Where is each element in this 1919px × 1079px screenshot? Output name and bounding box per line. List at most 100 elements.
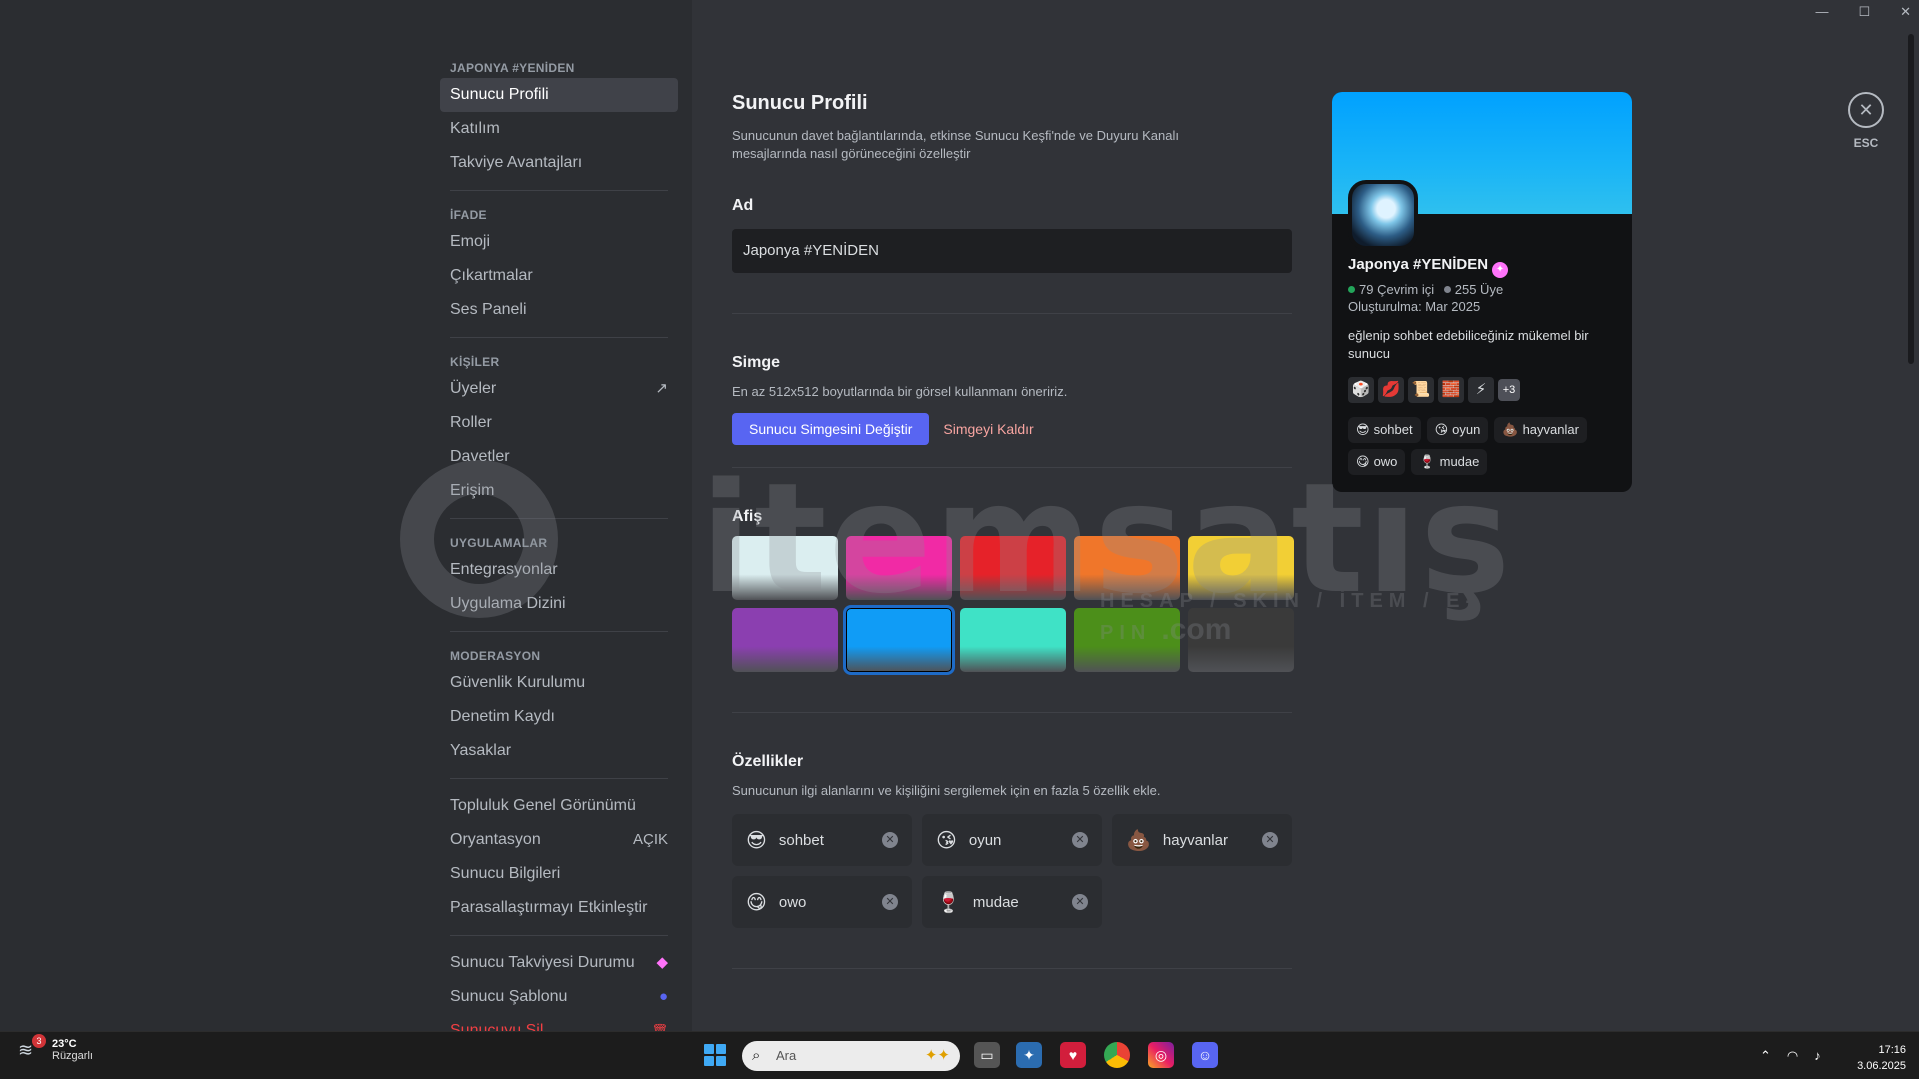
sidebar-item[interactable]: Denetim Kaydı	[440, 700, 678, 734]
instagram-icon[interactable]: ◎	[1148, 1042, 1174, 1068]
more-emojis-badge: +3	[1498, 379, 1520, 401]
card-trait-text: hayvanlar	[1522, 422, 1579, 437]
boost-badge-icon: ✦	[1492, 262, 1509, 278]
card-trait-emoji: 🍷	[1419, 454, 1436, 469]
app-icon[interactable]: ✦	[1016, 1042, 1042, 1068]
sidebar-section-header: JAPONYA #YENİDEN	[450, 61, 575, 75]
sidebar-item[interactable]: Roller	[440, 406, 678, 440]
clock[interactable]: 17:16 3.06.2025	[1846, 1042, 1906, 1074]
weather-widget[interactable]: ≋ 3 23°C Rüzgarlı	[18, 1034, 93, 1062]
card-name-text: Japonya #YENİDEN	[1348, 256, 1489, 273]
sidebar-item[interactable]: Erişim	[440, 474, 678, 508]
close-icon[interactable]: ✕	[1848, 92, 1884, 128]
sidebar-item[interactable]: Sunucuyu Sil 🗑	[440, 1014, 678, 1031]
scrollbar-thumb[interactable]	[1908, 34, 1914, 364]
sidebar-item-label: Entegrasyonlar	[450, 561, 558, 578]
sidebar-item[interactable]: Ses Paneli	[440, 293, 678, 327]
sidebar-item-label: Topluluk Genel Görünümü	[450, 797, 636, 814]
close-window-icon[interactable]: ✕	[1900, 4, 1911, 20]
server-name-input[interactable]: Japonya #YENİDEN	[732, 229, 1292, 273]
sidebar-item[interactable]: Takviye Avantajları	[440, 146, 678, 180]
window-controls: — ☐ ✕	[1815, 4, 1911, 20]
trait-chip[interactable]: 😎 sohbet ✕	[732, 814, 912, 866]
banner-swatch[interactable]	[846, 536, 952, 600]
section-divider	[450, 518, 668, 519]
sidebar-item[interactable]: Çıkartmalar	[440, 259, 678, 293]
remove-trait-icon[interactable]: ✕	[1262, 832, 1278, 848]
discord-icon[interactable]: ☺	[1192, 1042, 1218, 1068]
notification-badge: 3	[32, 1034, 46, 1048]
banner-swatches	[732, 536, 1294, 675]
volume-icon[interactable]: ♪	[1814, 1048, 1821, 1064]
taskbar-search[interactable]: ⌕ Ara ✦✦	[742, 1041, 960, 1071]
sidebar-item[interactable]: Yasaklar	[440, 734, 678, 768]
traits-list: 😎 sohbet ✕ 😘 oyun ✕ 💩 hayvanlar ✕ 😋 owo ✕ 🍷 mudae ✕	[732, 814, 1292, 928]
sidebar-item[interactable]: Sunucu Bilgileri	[440, 857, 678, 891]
sidebar-item[interactable]: Oryantasyon AÇIK	[440, 823, 678, 857]
sidebar-item[interactable]: Katılım	[440, 112, 678, 146]
page-title: Sunucu Profili	[732, 92, 868, 114]
wifi-icon[interactable]: ◠	[1787, 1048, 1798, 1064]
sidebar-item[interactable]: Sunucu Profili	[440, 78, 678, 112]
sidebar-item-label: Yasaklar	[450, 742, 512, 759]
blue-dot-icon: ●	[658, 988, 668, 1005]
sidebar-item-label: Takviye Avantajları	[450, 154, 583, 171]
maximize-icon[interactable]: ☐	[1858, 4, 1870, 20]
clock-date: 3.06.2025	[1857, 1060, 1906, 1072]
sidebar-item[interactable]: Davetler	[440, 440, 678, 474]
trait-chip[interactable]: 🍷 mudae ✕	[922, 876, 1102, 928]
trait-emoji: 🍷	[936, 891, 961, 914]
banner-swatch[interactable]	[732, 608, 838, 672]
banner-label: Afiş	[732, 508, 763, 525]
trait-chip[interactable]: 💩 hayvanlar ✕	[1112, 814, 1292, 866]
remove-trait-icon[interactable]: ✕	[1072, 832, 1088, 848]
sidebar-item[interactable]: Sunucu Takviyesi Durumu ◆	[440, 946, 678, 980]
card-trait-emoji: 😎	[1356, 422, 1370, 437]
sidebar-item[interactable]: Üyeler ↗	[440, 372, 678, 406]
divider	[732, 313, 1292, 314]
card-trait: 😎 sohbet	[1348, 417, 1421, 443]
minimize-icon[interactable]: —	[1815, 4, 1828, 20]
sidebar-item[interactable]: Güvenlik Kurulumu	[440, 666, 678, 700]
banner-swatch[interactable]	[732, 536, 838, 600]
banner-swatch[interactable]	[1074, 608, 1180, 672]
sidebar-item[interactable]: Uygulama Dizini	[440, 587, 678, 621]
trait-chip[interactable]: 😋 owo ✕	[732, 876, 912, 928]
sidebar-item[interactable]: Topluluk Genel Görünümü	[440, 789, 678, 823]
trait-text: oyun	[968, 831, 1002, 849]
remove-trait-icon[interactable]: ✕	[882, 832, 898, 848]
chevron-up-icon[interactable]: ⌃	[1760, 1048, 1771, 1064]
card-trait-emoji: 💩	[1502, 422, 1519, 437]
remove-icon-link[interactable]: Simgeyi Kaldır	[943, 413, 1033, 445]
sidebar-item[interactable]: Sunucu Şablonu ●	[440, 980, 678, 1014]
sidebar-item[interactable]: Parasallaştırmayı Etkinleştir	[440, 891, 678, 925]
pocket-icon[interactable]: ♥	[1060, 1042, 1086, 1068]
remove-trait-icon[interactable]: ✕	[1072, 894, 1088, 910]
trait-emoji: 💩	[1126, 829, 1151, 852]
banner-swatch[interactable]	[843, 605, 955, 675]
card-trait-text: mudae	[1439, 454, 1480, 469]
section-divider	[450, 631, 668, 632]
sidebar-item-label: Sunucuyu Sil	[450, 1022, 544, 1031]
windows-start-icon[interactable]	[704, 1044, 726, 1066]
chrome-icon[interactable]	[1104, 1042, 1130, 1068]
sidebar-item[interactable]: Emoji	[440, 225, 678, 259]
card-trait: 😘 oyun	[1426, 417, 1489, 443]
task-view-icon[interactable]: ▭	[974, 1042, 1000, 1068]
card-trait-emoji: 😘	[1434, 422, 1449, 437]
banner-swatch[interactable]	[960, 536, 1066, 600]
external-link-icon: ↗	[655, 380, 668, 397]
settings-nav: JAPONYA #YENİDEN Sunucu Profili Katılım Tak…	[440, 52, 678, 1031]
server-profile-content: Sunucu Profili Sunucunun davet bağlantıl…	[732, 92, 1294, 969]
banner-swatch[interactable]	[960, 608, 1066, 672]
change-icon-button[interactable]: Sunucu Simgesini Değiştir	[732, 413, 930, 445]
sidebar-item-label: Güvenlik Kurulumu	[450, 674, 586, 691]
banner-swatch[interactable]	[1188, 608, 1294, 672]
banner-swatch[interactable]	[1188, 536, 1294, 600]
sidebar-item[interactable]: Entegrasyonlar	[440, 553, 678, 587]
trait-chip[interactable]: 😘 oyun ✕	[922, 814, 1102, 866]
remove-trait-icon[interactable]: ✕	[882, 894, 898, 910]
banner-swatch[interactable]	[1074, 536, 1180, 600]
